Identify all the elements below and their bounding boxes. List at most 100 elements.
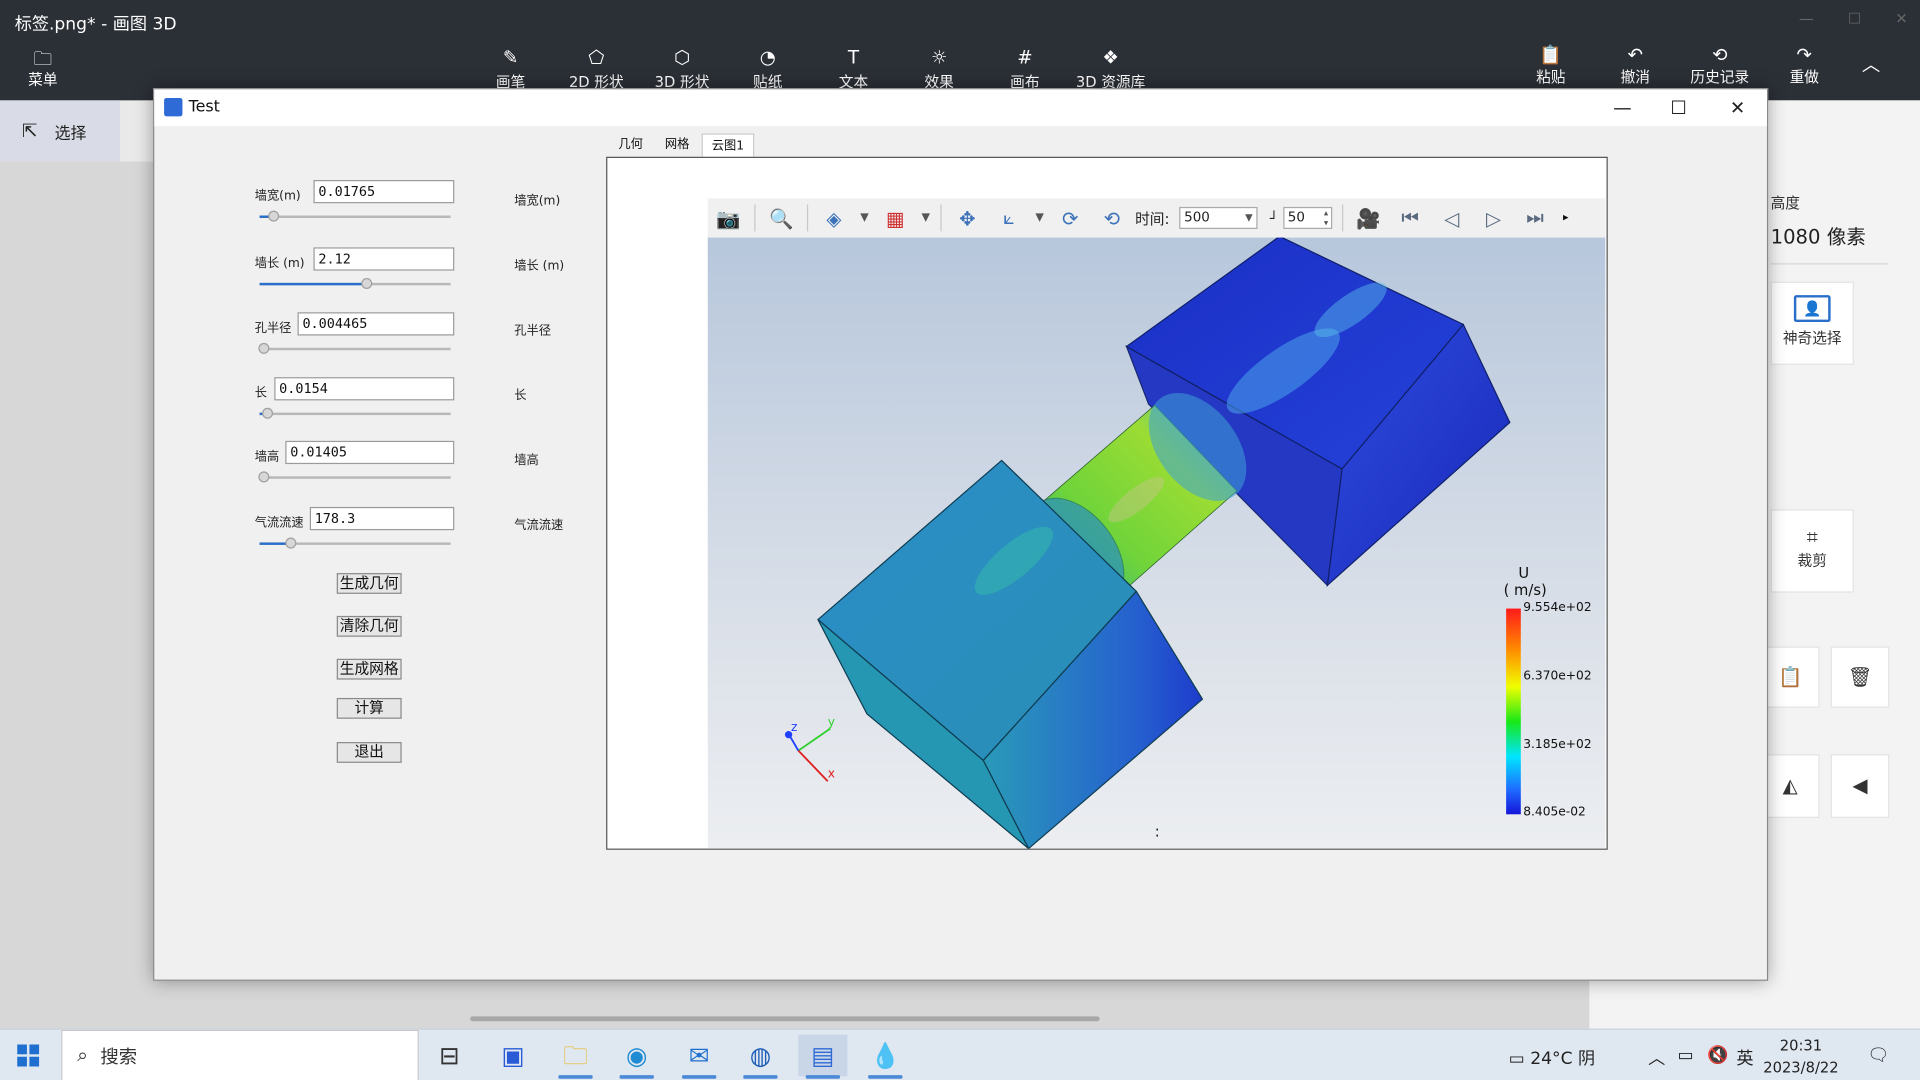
video-camera-icon[interactable]: 🎥 (1348, 206, 1390, 229)
axes-view-icon[interactable]: ⟀ (988, 206, 1030, 230)
next-frame-icon[interactable]: ⏭ (1514, 206, 1556, 230)
time-select[interactable]: 500 ▼ (1179, 206, 1258, 229)
maximize-icon[interactable]: ☐ (1848, 10, 1861, 27)
viewer-toolbar: 📷 🔍 ◈ ▼ ▦ ▼ ✥ ⟀ ▼ ⟳ ⟲ 时间: 500 ▼ ┘ 50 ▴ ▾ 🎥 … (707, 198, 1606, 238)
notifications-icon[interactable]: 🗨 (1867, 1046, 1889, 1066)
collapse-toolbar-button[interactable]: ︿ (1847, 47, 1896, 86)
airflow-velocity-slider[interactable] (259, 537, 451, 549)
wall-height-slider[interactable] (258, 471, 451, 483)
flip-vertical-button[interactable]: ◀ (1830, 754, 1890, 818)
wall-width-slider[interactable] (259, 210, 451, 222)
chevron-down-icon[interactable]: ▼ (855, 212, 875, 224)
taskbar-search[interactable]: ⌕ 搜索 (61, 1029, 419, 1080)
start-button[interactable] (17, 1044, 40, 1071)
tab-mesh[interactable]: 网格 (655, 133, 699, 156)
horizontal-scrollbar[interactable] (470, 1016, 1100, 1022)
display-mode-icon[interactable]: ◈ (813, 206, 855, 229)
paste-button[interactable]: 📋 粘贴 (1509, 46, 1593, 86)
history-button[interactable]: ⟲ 历史记录 (1678, 46, 1762, 86)
step-spinbox[interactable]: 50 ▴ ▾ (1282, 206, 1332, 229)
toolbar-overflow-icon[interactable]: ▸ (1556, 212, 1576, 224)
chevron-down-icon[interactable]: ▼ (1030, 212, 1050, 224)
test-window-titlebar: Test — ☐ ✕ (154, 89, 1767, 127)
minimize-icon[interactable]: — (1799, 10, 1814, 27)
weather-widget[interactable]: ▭ 24°C 阴 (1509, 1046, 1596, 1070)
length-slider[interactable] (259, 407, 451, 419)
brush-icon: ✎ (502, 46, 519, 69)
rotate-ccw-icon[interactable]: ⟲ (1091, 206, 1133, 229)
undo-button[interactable]: ↶ 撤消 (1593, 46, 1677, 86)
ime-indicator[interactable]: 英 (1736, 1046, 1753, 1070)
zoom-icon[interactable]: 🔍 (760, 206, 802, 229)
tab-geometry[interactable]: 几何 (609, 133, 653, 156)
spinner-icon: ▴ ▾ (1323, 208, 1329, 228)
tool-3d-library[interactable]: ❖ 3D 资源库 (1068, 48, 1154, 90)
generate-geometry-button[interactable]: 生成几何 (336, 573, 402, 594)
color-legend: U ( m/s) 9.554e+02 6.370e+02 3.185e+02 8… (1504, 565, 1592, 819)
airflow-velocity-input[interactable]: 178.3 (309, 506, 455, 531)
colormap-icon[interactable]: ▦ (874, 206, 916, 229)
paint3d-titlebar: 标签.png* - 画图 3D — ☐ ✕ 🗀 菜单 ✎ 画笔 ⬠ 2D 形状 ⬡ 3… (0, 0, 1920, 101)
tab-contour[interactable]: 云图1 (701, 133, 755, 157)
delete-button[interactable]: 🗑 (1830, 646, 1890, 708)
show-hidden-icons[interactable]: ︿ (1648, 1046, 1665, 1070)
rotate-cw-icon[interactable]: ⟳ (1049, 206, 1091, 229)
magic-select-button[interactable]: 👤 神奇选择 (1770, 281, 1854, 365)
play-icon[interactable]: ▷ (1473, 206, 1515, 229)
camera-icon[interactable]: 📷 (708, 206, 750, 229)
exit-button[interactable]: 退出 (336, 742, 402, 763)
tool-effects[interactable]: ☼ 效果 (896, 48, 982, 90)
chevron-down-icon[interactable]: ▼ (916, 212, 936, 224)
tool-3d-shapes[interactable]: ⬡ 3D 形状 (639, 48, 725, 90)
text-icon: T (847, 46, 860, 69)
fit-view-icon[interactable]: ✥ (947, 206, 989, 229)
paint3d-icon[interactable]: 💧 (861, 1035, 910, 1079)
minimize-button[interactable]: — (1594, 89, 1650, 126)
compute-button[interactable]: 计算 (336, 697, 402, 719)
test-app-icon[interactable]: ▤ (798, 1034, 848, 1079)
legend-tick: 3.185e+02 (1523, 737, 1591, 751)
tool-canvas[interactable]: # 画布 (982, 48, 1068, 90)
menu-button[interactable]: 🗀 菜单 (22, 47, 64, 90)
select-button[interactable]: ⇱ 选择 (0, 100, 121, 162)
maximize-button[interactable]: ☐ (1651, 89, 1707, 126)
tool-stickers[interactable]: ◔ 贴纸 (725, 48, 811, 90)
app-icon[interactable]: ◍ (736, 1035, 785, 1079)
paste-selection-button[interactable]: 📋 (1760, 646, 1820, 708)
slider-handle[interactable] (268, 210, 280, 222)
side-label-length: 长 (514, 389, 527, 403)
taskbar-clock[interactable]: 20:31 2023/8/22 (1763, 1035, 1838, 1079)
battery-icon[interactable]: ▭ (1678, 1046, 1694, 1066)
volume-muted-icon[interactable]: 🔇 (1707, 1046, 1728, 1066)
store-icon[interactable]: ▣ (489, 1035, 538, 1077)
wall-height-input[interactable]: 0.01405 (285, 440, 455, 465)
slider-handle[interactable] (285, 537, 297, 549)
close-icon[interactable]: ✕ (1895, 10, 1907, 27)
mail-icon[interactable]: ✉ (675, 1035, 724, 1079)
tool-text[interactable]: T 文本 (811, 46, 897, 90)
previous-frame-icon[interactable]: ◁ (1431, 206, 1473, 229)
flip-horizontal-button[interactable]: ◭ (1760, 754, 1820, 818)
wall-length-slider[interactable] (259, 277, 451, 289)
contour-render-area[interactable]: z y x U ( m/s) 9.554e+02 6.370e+02 3.185… (707, 235, 1606, 850)
crop-button[interactable]: ⌗ 裁剪 (1770, 509, 1854, 593)
task-view-icon[interactable]: ⊟ (425, 1035, 474, 1077)
paint3d-window-controls: — ☐ ✕ (1799, 10, 1908, 27)
first-frame-icon[interactable]: ⏮ (1389, 206, 1431, 230)
taskbar: ⌕ 搜索 ⊟ ▣ 🗀 ◉ ✉ ◍ ▤ 💧 ▭ 24°C 阴 ︿ ▭ 🔇 英 20… (0, 1028, 1920, 1080)
tool-brushes[interactable]: ✎ 画笔 (468, 46, 554, 90)
minimize-icon: — (1613, 96, 1632, 119)
length-input[interactable]: 0.0154 (274, 377, 455, 401)
wall-length-input[interactable]: 2.12 (313, 247, 455, 271)
generate-mesh-button[interactable]: 生成网格 (336, 658, 402, 680)
wall-width-input[interactable]: 0.01765 (313, 180, 455, 204)
hole-radius-input[interactable]: 0.004465 (297, 312, 455, 336)
file-explorer-icon[interactable]: 🗀 (551, 1035, 600, 1079)
hole-radius-slider[interactable] (258, 342, 451, 354)
edge-icon[interactable]: ◉ (612, 1035, 661, 1079)
close-button[interactable]: ✕ (1709, 89, 1765, 126)
clear-geometry-button[interactable]: 清除几何 (336, 615, 402, 637)
redo-button[interactable]: ↷ 重做 (1762, 46, 1846, 86)
tool-2d-shapes[interactable]: ⬠ 2D 形状 (553, 48, 639, 90)
splitter-handle[interactable]: : (1155, 823, 1160, 840)
